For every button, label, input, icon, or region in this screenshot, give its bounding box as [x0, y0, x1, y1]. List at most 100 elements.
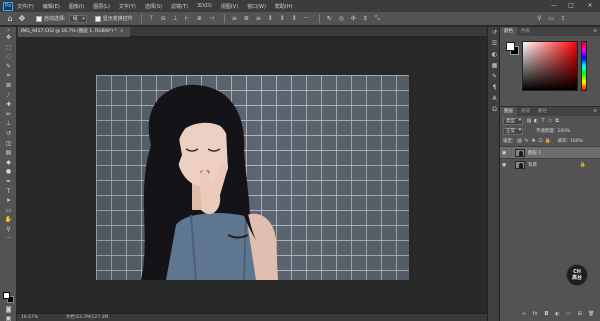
menu-file[interactable]: 文件(F)	[17, 3, 34, 10]
document-tab[interactable]: IMG_9417.CR2 @ 16.7% (图层 1, RGB/8*) * ×	[18, 27, 130, 37]
tab-swatches[interactable]: 色板	[517, 27, 534, 36]
3d-pan-icon[interactable]: ✣	[349, 15, 358, 23]
tab-channels[interactable]: 通道	[517, 107, 534, 116]
add-mask-icon[interactable]: ◘	[543, 311, 549, 318]
filter-kind-dropdown[interactable]: 类型	[503, 117, 523, 125]
eyedropper-tool-icon[interactable]: ⁄	[0, 91, 17, 101]
menu-3d[interactable]: 3D(D)	[197, 3, 212, 9]
close-icon[interactable]: ×	[120, 29, 124, 34]
menu-edit[interactable]: 编辑(E)	[43, 3, 60, 10]
menu-filter[interactable]: 滤镜(T)	[171, 3, 188, 10]
healing-brush-icon[interactable]: ✚	[0, 100, 17, 110]
fill-value[interactable]: 100%	[570, 139, 583, 144]
new-layer-icon[interactable]: ⊞	[577, 311, 583, 318]
tab-layers[interactable]: 图层	[500, 107, 517, 116]
lasso-tool-icon[interactable]: ◌	[0, 52, 17, 62]
filter-smart-icon[interactable]: ⧉	[554, 118, 560, 125]
zoom-level[interactable]: 16.67%	[21, 315, 38, 320]
distribute-hcenter-icon[interactable]: ⦀	[278, 15, 287, 23]
panel-menu-icon[interactable]: ≡	[593, 27, 600, 36]
filter-type-icon[interactable]: T	[540, 118, 546, 125]
clone-stamp-icon[interactable]: ⊥	[0, 119, 17, 129]
photo-canvas[interactable]	[96, 75, 409, 280]
more-tools-icon[interactable]: ···	[0, 234, 17, 244]
3d-scale-icon[interactable]: ⤡	[373, 15, 382, 23]
dodge-tool-icon[interactable]: ●	[0, 167, 17, 177]
3d-rotate-icon[interactable]: ↻	[325, 15, 334, 23]
tab-paths[interactable]: 路径	[534, 107, 551, 116]
foreground-color-swatch[interactable]	[3, 292, 10, 299]
crop-tool-icon[interactable]: ⌗	[0, 71, 17, 81]
lock-pixels-icon[interactable]: ▨	[517, 138, 523, 145]
trash-icon[interactable]: 🗑	[588, 311, 594, 318]
show-transform-checkbox[interactable]	[94, 15, 101, 22]
lock-paint-icon[interactable]: ✎	[524, 138, 530, 145]
menu-view[interactable]: 视图(V)	[221, 3, 238, 10]
history-brush-icon[interactable]: ↺	[0, 129, 17, 139]
adjustment-layer-icon[interactable]: ◐	[554, 311, 560, 318]
panel-menu-icon[interactable]: ≡	[593, 107, 600, 116]
menu-layer[interactable]: 图层(L)	[93, 3, 110, 10]
align-hcenter-icon[interactable]: ⊕	[195, 15, 204, 23]
menu-window[interactable]: 窗口(W)	[247, 3, 266, 10]
frame-tool-icon[interactable]: ⊠	[0, 81, 17, 91]
close-button[interactable]: ✕	[582, 0, 598, 12]
marquee-tool-icon[interactable]: ⬚	[0, 43, 17, 53]
type-tool-icon[interactable]: T	[0, 187, 17, 197]
brush-tool-icon[interactable]: ✏	[0, 110, 17, 120]
lock-artboard-icon[interactable]: ⊡	[538, 138, 544, 145]
color-picker-field[interactable]	[522, 41, 578, 91]
distribute-bottom-icon[interactable]: ≡	[254, 15, 263, 23]
visibility-eye-icon[interactable]: ◉	[502, 150, 510, 156]
foreground-color-swatch[interactable]	[506, 42, 515, 51]
workspace-icon[interactable]: ▭	[547, 15, 556, 23]
align-top-icon[interactable]: ⊤	[147, 15, 156, 23]
screen-mode-icon[interactable]: ▣	[0, 314, 17, 321]
minimize-button[interactable]: —	[546, 0, 562, 12]
distribute-top-icon[interactable]: ≡	[230, 15, 239, 23]
filter-shape-icon[interactable]: ▭	[547, 118, 553, 125]
distribute-right-icon[interactable]: ⦀	[290, 15, 299, 23]
lock-position-icon[interactable]: ✥	[531, 138, 537, 145]
shape-tool-icon[interactable]: ▭	[0, 206, 17, 216]
link-layers-icon[interactable]: ∞	[521, 311, 527, 318]
share-icon[interactable]: ⇪	[559, 15, 568, 23]
blur-tool-icon[interactable]: ◆	[0, 158, 17, 168]
distribute-vcenter-icon[interactable]: ≣	[242, 15, 251, 23]
new-group-icon[interactable]: ▭	[566, 311, 572, 318]
distribute-left-icon[interactable]: ⦀	[266, 15, 275, 23]
layer-row[interactable]: ◉ 图层 1	[500, 146, 600, 158]
menu-help[interactable]: 帮助(H)	[275, 3, 293, 10]
maximize-button[interactable]: □	[563, 0, 579, 12]
auto-select-dropdown[interactable]: 组	[68, 14, 87, 23]
align-left-icon[interactable]: ⊢	[183, 15, 192, 23]
menu-image[interactable]: 图像(I)	[69, 3, 84, 10]
zoom-tool-icon[interactable]: ⚲	[0, 225, 17, 235]
gradient-tool-icon[interactable]: ▤	[0, 148, 17, 158]
align-bottom-icon[interactable]: ⊥	[171, 15, 180, 23]
blend-mode-dropdown[interactable]: 正常	[503, 127, 523, 135]
quick-select-tool-icon[interactable]: ✎	[0, 62, 17, 72]
align-vcenter-icon[interactable]: ⊝	[159, 15, 168, 23]
eraser-tool-icon[interactable]: ◫	[0, 139, 17, 149]
more-options-icon[interactable]: ···	[302, 15, 311, 23]
home-icon[interactable]: ⌂	[4, 14, 16, 24]
layer-row[interactable]: ◉ 背景 🔒	[500, 158, 600, 170]
path-select-icon[interactable]: ➤	[0, 196, 17, 206]
search-icon[interactable]: ⚲	[535, 15, 544, 23]
auto-select-checkbox[interactable]	[36, 15, 42, 22]
3d-roll-icon[interactable]: ◎	[337, 15, 346, 23]
align-right-icon[interactable]: ⊣	[207, 15, 216, 23]
canvas-area[interactable]	[17, 37, 487, 313]
move-tool-icon[interactable]: ✥	[0, 33, 17, 43]
fx-icon[interactable]: fx	[532, 311, 538, 318]
visibility-eye-icon[interactable]: ◉	[502, 162, 510, 168]
3d-slide-icon[interactable]: ⇕	[361, 15, 370, 23]
move-tool-icon[interactable]: ✥	[16, 14, 28, 24]
hand-tool-icon[interactable]: ✋	[0, 215, 17, 225]
filter-pixel-icon[interactable]: ▨	[526, 118, 532, 125]
lock-all-icon[interactable]: 🔒	[545, 138, 551, 145]
tab-color[interactable]: 颜色	[500, 27, 517, 36]
filter-adjust-icon[interactable]: ◐	[533, 118, 539, 125]
pen-tool-icon[interactable]: ✒	[0, 177, 17, 187]
